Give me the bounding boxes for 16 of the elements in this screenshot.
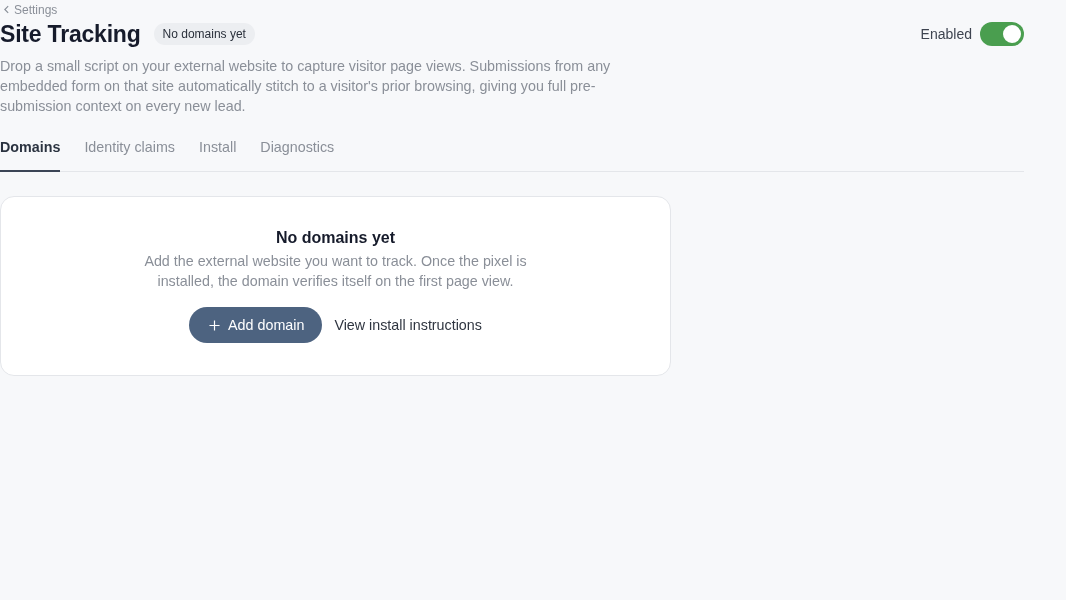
plus-icon xyxy=(209,319,221,331)
add-domain-button[interactable]: Add domain xyxy=(189,307,323,343)
status-badge: No domains yet xyxy=(153,23,255,45)
empty-state-title: No domains yet xyxy=(275,229,396,247)
chevron-left-icon xyxy=(4,5,9,14)
enabled-toggle[interactable] xyxy=(980,22,1024,46)
toggle-label: Enabled xyxy=(920,26,972,42)
tab[interactable]: Domains xyxy=(0,139,61,172)
page-description: Drop a small script on your external website to capture visitor page views. Submissions from any embedded form on that site automatically stitch to a visitor's prior browsing, giving you full pre-submission context on every new lead. xyxy=(0,57,612,116)
tab[interactable]: Identity claims xyxy=(84,139,175,172)
empty-state-text: Add the external website you want to track. Once the pixel is installed, the domain verifies itself on the first page view. xyxy=(143,252,528,291)
tab[interactable]: Install xyxy=(198,139,237,172)
tab[interactable]: Diagnostics xyxy=(260,139,335,172)
back-link[interactable]: Settings xyxy=(4,2,58,17)
install-instructions-link[interactable]: View install instructions xyxy=(334,317,482,333)
page-title: Site Tracking xyxy=(0,20,141,48)
